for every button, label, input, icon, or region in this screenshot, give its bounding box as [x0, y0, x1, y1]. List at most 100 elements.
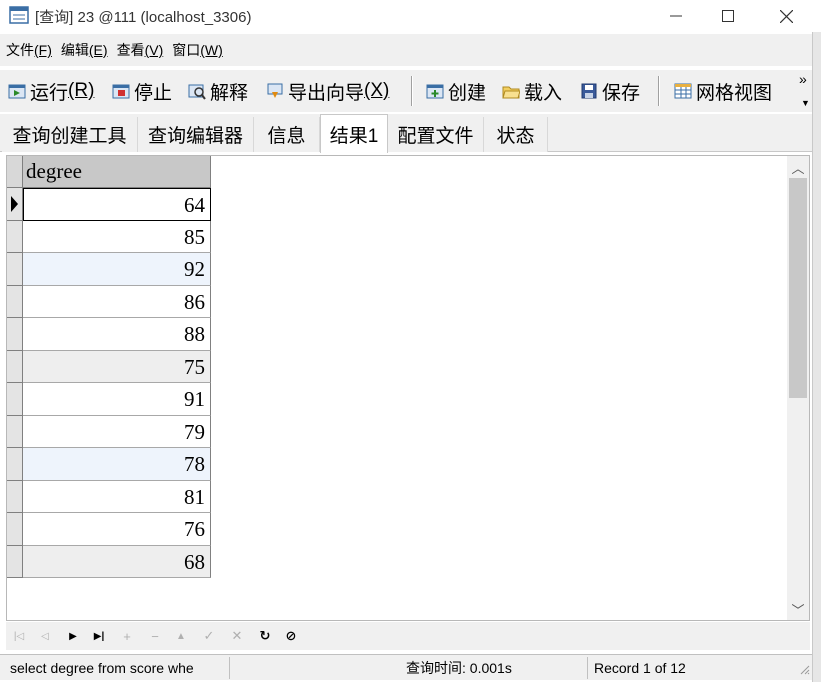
table-row[interactable]: 92: [7, 253, 211, 286]
grid-cell-degree[interactable]: 79: [23, 415, 211, 448]
grid-cell-degree[interactable]: 68: [23, 545, 211, 578]
create-button[interactable]: 创建: [426, 76, 486, 106]
folder-open-icon: [502, 86, 520, 99]
tab-result-1[interactable]: 结果1: [320, 114, 388, 153]
refresh-button[interactable]: ↻: [256, 627, 274, 645]
status-query-time: 查询时间: 0.001s: [402, 657, 588, 679]
tab-status[interactable]: 状态: [484, 117, 548, 152]
table-row[interactable]: 88: [7, 318, 211, 351]
chevron-down-icon: ▼: [801, 98, 810, 108]
table-row[interactable]: 68: [7, 545, 211, 578]
row-indicator[interactable]: [7, 383, 23, 416]
grid-cell-degree[interactable]: 78: [23, 448, 211, 481]
grid-cell-degree[interactable]: 92: [23, 253, 211, 286]
row-indicator[interactable]: [7, 545, 23, 578]
resize-grip-icon[interactable]: [798, 663, 810, 675]
stop-icon: [112, 84, 130, 99]
window-title: [查询] 23 @111 (localhost_3306): [35, 9, 252, 26]
tab-query-builder[interactable]: 查询创建工具: [2, 117, 138, 152]
grid-cell-degree[interactable]: 91: [23, 383, 211, 416]
menu-bar: 文件(F) 编辑(E) 查看(V) 窗口(W): [0, 34, 812, 66]
minimize-button[interactable]: [648, 0, 704, 32]
result-grid-frame: degree 64 85 92 86 88 75 91 79 78 81 76 68 ︿ ﹀: [6, 155, 810, 621]
title-bar: [查询] 23 @111 (localhost_3306): [0, 0, 821, 32]
stop-fetch-button[interactable]: ⊘: [282, 627, 300, 645]
edit-icon: ▲: [176, 630, 186, 642]
table-row[interactable]: 86: [7, 285, 211, 318]
first-record-button[interactable]: |◁: [10, 627, 28, 645]
table-row[interactable]: 81: [7, 480, 211, 513]
menu-edit[interactable]: 编辑(E): [61, 40, 108, 60]
scroll-down-icon[interactable]: ﹀: [787, 600, 809, 618]
row-indicator[interactable]: [7, 285, 23, 318]
row-indicator[interactable]: [7, 513, 23, 546]
post-edit-button[interactable]: ✓: [200, 627, 218, 645]
insert-record-button[interactable]: +: [118, 627, 136, 645]
query-window-icon: [9, 6, 29, 24]
maximize-icon: [722, 10, 734, 22]
row-indicator[interactable]: [7, 253, 23, 286]
stop-button[interactable]: 停止: [112, 76, 172, 106]
table-row[interactable]: 85: [7, 220, 211, 253]
row-indicator[interactable]: [7, 188, 23, 221]
stop-circle-icon: ⊘: [285, 628, 297, 643]
row-indicator[interactable]: [7, 220, 23, 253]
refresh-icon: ↻: [259, 628, 271, 643]
grid-cell-degree[interactable]: 64: [23, 188, 211, 221]
window-edge: [812, 32, 821, 682]
maximize-button[interactable]: [700, 0, 756, 32]
table-row[interactable]: 76: [7, 513, 211, 546]
table-row[interactable]: 79: [7, 415, 211, 448]
row-indicator[interactable]: [7, 480, 23, 513]
cross-icon: ✕: [231, 628, 243, 643]
save-icon: [581, 83, 597, 99]
grid-cell-degree[interactable]: 81: [23, 480, 211, 513]
run-button[interactable]: 运行 (R): [8, 76, 94, 106]
explain-button[interactable]: 解释: [188, 76, 248, 106]
menu-file[interactable]: 文件(F): [6, 40, 52, 60]
load-button[interactable]: 载入: [502, 76, 562, 106]
export-wizard-button[interactable]: 导出向导 (X): [266, 76, 389, 106]
table-row[interactable]: 78: [7, 448, 211, 481]
delete-record-button[interactable]: −: [146, 627, 164, 645]
save-button[interactable]: 保存: [580, 76, 640, 106]
status-sql-text: select degree from score whe: [6, 657, 230, 679]
scroll-up-icon[interactable]: ︿: [787, 158, 809, 176]
column-header-degree[interactable]: degree: [23, 156, 211, 188]
table-row[interactable]: 75: [7, 350, 211, 383]
scrollbar-thumb[interactable]: [789, 178, 807, 398]
edit-record-button[interactable]: ▲: [172, 627, 190, 645]
row-indicator[interactable]: [7, 415, 23, 448]
minimize-icon: [670, 15, 682, 17]
tab-query-editor[interactable]: 查询编辑器: [138, 117, 254, 152]
toolbar-overflow-button[interactable]: » ▼: [799, 72, 810, 110]
prior-record-button[interactable]: ◁: [36, 627, 54, 645]
menu-window[interactable]: 窗口(W): [172, 40, 223, 60]
grid-cell-degree[interactable]: 85: [23, 220, 211, 253]
last-record-button[interactable]: ▶|: [90, 627, 108, 645]
row-indicator[interactable]: [7, 350, 23, 383]
next-record-button[interactable]: ▶: [64, 627, 82, 645]
menu-view[interactable]: 查看(V): [117, 40, 164, 60]
close-button[interactable]: [758, 0, 814, 32]
row-indicator[interactable]: [7, 448, 23, 481]
vertical-scrollbar[interactable]: ︿ ﹀: [787, 156, 809, 620]
grid-cell-degree[interactable]: 86: [23, 285, 211, 318]
tab-profile[interactable]: 配置文件: [388, 117, 484, 152]
status-record-count: Record 1 of 12: [594, 660, 686, 676]
toolbar-separator: [411, 76, 413, 106]
grid-cell-degree[interactable]: 88: [23, 318, 211, 351]
table-row[interactable]: 64: [7, 188, 211, 221]
current-row-icon: [11, 196, 18, 212]
row-indicator[interactable]: [7, 318, 23, 351]
tab-info[interactable]: 信息: [254, 117, 320, 152]
status-bar: select degree from score whe 查询时间: 0.001…: [0, 654, 812, 680]
grid-cell-degree[interactable]: 75: [23, 350, 211, 383]
cancel-edit-button[interactable]: ✕: [228, 627, 246, 645]
toolbar: 运行 (R) 停止 解释 导出向导 (X) 创建 载入 保存 网格视图 » ▼: [0, 70, 812, 112]
table-row[interactable]: 91: [7, 383, 211, 416]
toolbar-separator: [658, 76, 660, 106]
grid-cell-degree[interactable]: 76: [23, 513, 211, 546]
grid-view-button[interactable]: 网格视图: [674, 76, 772, 106]
check-icon: ✓: [203, 628, 215, 643]
